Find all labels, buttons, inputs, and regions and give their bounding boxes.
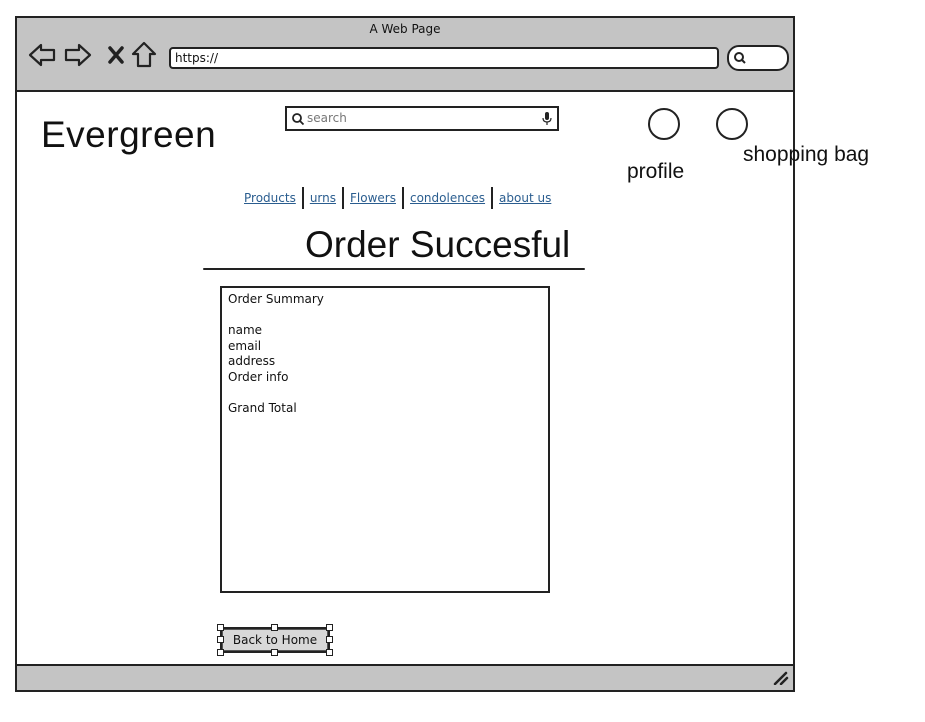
nav-link-urns[interactable]: urns xyxy=(304,191,342,205)
summary-field-name: name xyxy=(228,323,263,337)
brand-logo[interactable]: Evergreen xyxy=(41,114,216,156)
selection-handle xyxy=(217,636,224,643)
summary-grand-total: Grand Total xyxy=(228,400,297,415)
home-icon[interactable] xyxy=(129,40,159,70)
summary-field-order-info: Order info xyxy=(228,369,289,384)
selection-handle xyxy=(326,624,333,631)
shopping-bag-icon[interactable] xyxy=(716,108,748,140)
selection-handle xyxy=(271,624,278,631)
shopping-bag-label[interactable]: shopping bag xyxy=(743,143,869,167)
title-underline xyxy=(203,268,585,270)
nav-link-condolences[interactable]: condolences xyxy=(404,191,491,205)
site-search-box[interactable] xyxy=(285,106,559,131)
profile-label[interactable]: profile xyxy=(627,160,684,184)
browser-search-button[interactable] xyxy=(727,45,789,71)
nav-link-products[interactable]: Products xyxy=(238,191,302,205)
profile-icon[interactable] xyxy=(648,108,680,140)
selection-handle xyxy=(217,624,224,631)
window-title: A Web Page xyxy=(369,22,441,36)
summary-field-email: email xyxy=(228,338,262,353)
search-icon xyxy=(292,113,305,126)
selection-handle xyxy=(271,649,278,656)
close-x-icon[interactable] xyxy=(101,40,131,70)
selection-handle xyxy=(217,649,224,656)
browser-statusbar xyxy=(17,664,793,690)
order-summary-panel: Order Summary name email address Order i… xyxy=(220,286,550,593)
search-icon xyxy=(734,52,746,64)
search-input[interactable] xyxy=(307,109,539,127)
summary-field-address: address xyxy=(228,354,276,368)
forward-arrow-icon[interactable] xyxy=(63,40,93,70)
selection-handle xyxy=(326,649,333,656)
microphone-icon[interactable] xyxy=(542,112,552,126)
main-navigation: Products urns Flowers condolences about … xyxy=(238,187,557,209)
summary-heading: Order Summary xyxy=(228,292,324,306)
nav-link-about-us[interactable]: about us xyxy=(493,191,557,205)
resize-grip-icon[interactable] xyxy=(773,671,789,685)
nav-link-flowers[interactable]: Flowers xyxy=(344,191,402,205)
browser-toolbar: A Web Page https:// xyxy=(17,18,793,92)
page: A Web Page https:// Evergreen search pro… xyxy=(0,0,925,722)
url-bar[interactable]: https:// xyxy=(169,47,719,69)
selection-handle xyxy=(326,636,333,643)
page-title: Order Succesful xyxy=(305,224,571,265)
back-arrow-icon[interactable] xyxy=(27,40,57,70)
